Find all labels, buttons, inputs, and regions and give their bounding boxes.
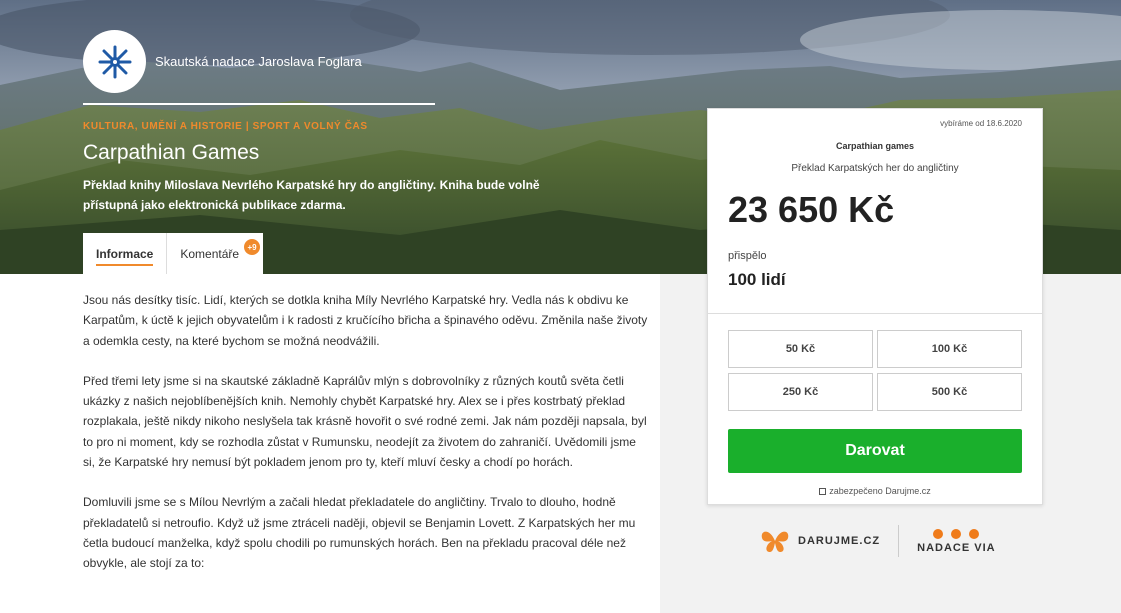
tab-label: Informace [96,246,154,261]
story-paragraph: Před třemi lety jsme si na skautské zákl… [83,373,647,470]
darujme-logo[interactable]: DARUJME.CZ [760,528,880,554]
amount-option-250[interactable]: 250 Kč [728,373,873,411]
story-paragraph: Jsou nás desítky tisíc. Lidí, kterých se… [83,293,648,348]
organization-name[interactable]: Skautská nadace Jaroslava Foglara [155,54,362,69]
snowflake-icon [98,45,131,78]
card-divider [708,313,1042,314]
tab-label: Komentáře [180,246,240,261]
comment-count-badge: +9 [244,239,261,255]
lock-icon [819,488,827,495]
contributors-count: 100 lidí [728,270,786,289]
three-dots-icon [933,528,980,539]
amount-option-100[interactable]: 100 Kč [877,330,1022,368]
secure-note: zabezpečeno Darujme.cz [708,486,1042,496]
project-description: Překlad knihy Miloslava Nevrlého Karpats… [83,178,540,212]
project-category: KULTURA, UMĚNÍ A HISTORIE | SPORT A VOLN… [83,121,368,132]
donation-card: vybíráme od 18.6.2020 Carpathian games P… [707,108,1043,505]
nadace-via-logo[interactable]: NADACE VIA [917,528,996,554]
collection-start-date: vybíráme od 18.6.2020 [940,119,1022,128]
collected-amount: 23 650 Kč [728,189,895,230]
organization-logo[interactable] [83,30,146,93]
header-divider [83,103,435,105]
tab-bar: Informace Komentáře +9 [83,233,264,274]
amount-option-50[interactable]: 50 Kč [728,330,873,368]
contributors-label: přispělo [728,250,767,262]
nadace-via-text: NADACE VIA [917,541,996,554]
donation-subtitle: Překlad Karpatských her do angličtiny [791,163,959,174]
darujme-text: DARUJME.CZ [798,535,881,547]
tab-komentare[interactable]: Komentáře +9 [167,233,263,274]
amount-option-500[interactable]: 500 Kč [877,373,1022,411]
project-title: Carpathian Games [83,141,260,164]
partner-separator [898,525,900,557]
tab-informace[interactable]: Informace [83,233,166,274]
project-story: Jsou nás desítky tisíc. Lidí, kterých se… [83,290,648,594]
donate-button[interactable]: Darovat [728,429,1022,473]
donation-title: Carpathian games [835,141,915,151]
partner-logos: DARUJME.CZ NADACE VIA [760,524,996,558]
secure-text: zabezpečeno Darujme.cz [829,486,931,496]
organization-header: Skautská nadace Jaroslava Foglara [83,30,362,93]
butterfly-icon [761,531,789,552]
story-paragraph: Domluvili jsme se s Mílou Nevrlým a zača… [83,495,636,571]
